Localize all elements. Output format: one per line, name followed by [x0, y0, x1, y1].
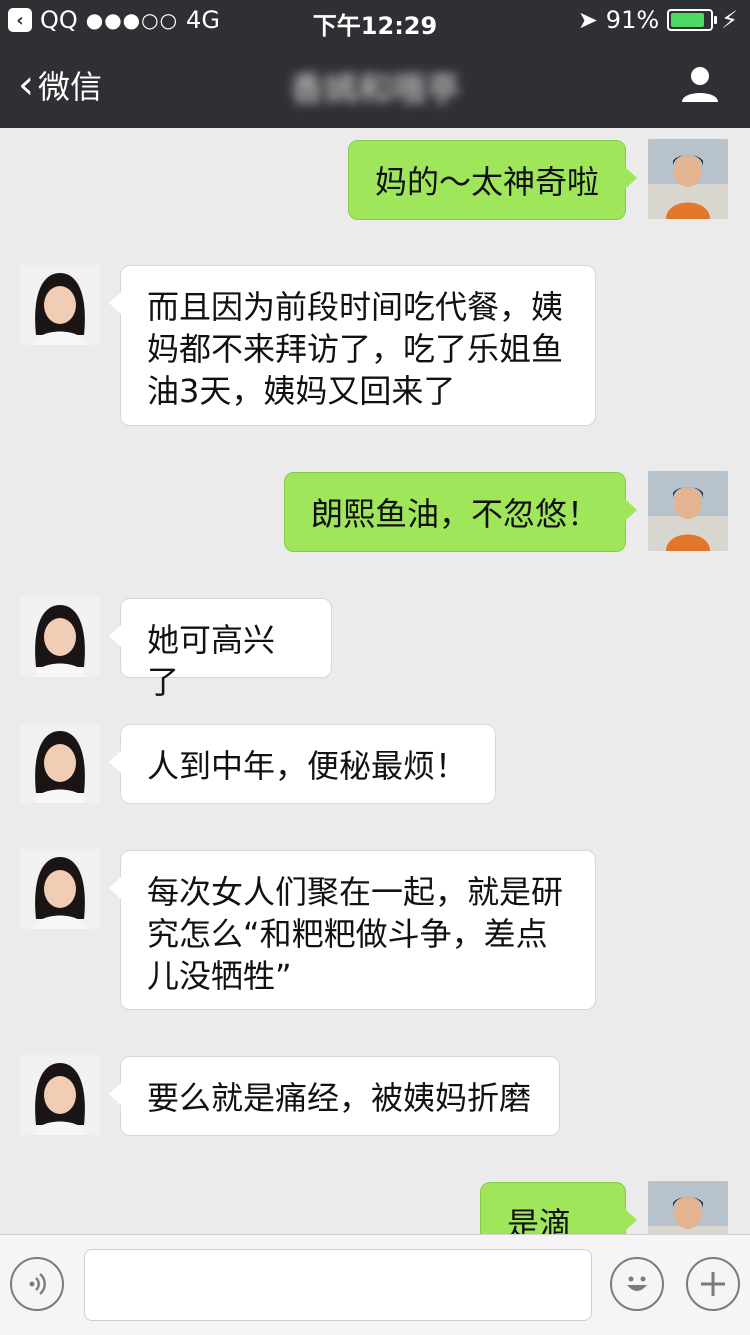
message-bubble[interactable]: 是滴～ — [480, 1182, 637, 1234]
chat-title: 香嫣和哦亭 — [290, 70, 460, 110]
nav-bar: ‹ 微信 香嫣和哦亭 — [0, 40, 750, 128]
voice-button[interactable] — [10, 1257, 64, 1311]
emoji-button[interactable] — [610, 1257, 664, 1311]
contact-avatar[interactable] — [20, 849, 100, 929]
plus-button[interactable] — [686, 1257, 740, 1311]
charging-icon: ⚡ — [721, 6, 738, 34]
message-bubble[interactable]: 而且因为前段时间吃代餐，姨妈都不来拜访了，吃了乐姐鱼油3天，姨妈又回来了 — [109, 265, 596, 426]
contact-avatar[interactable] — [20, 1055, 100, 1135]
message-input[interactable] — [84, 1249, 592, 1321]
location-icon: ➤ — [577, 6, 598, 34]
message-text: 每次女人们聚在一起，就是研究怎么“和粑粑做斗争，差点儿没牺牲” — [147, 873, 564, 995]
my-avatar[interactable] — [648, 139, 728, 219]
message-text: 是滴～ — [507, 1205, 572, 1234]
message-text: 妈的～太神奇啦 — [375, 163, 600, 201]
message-bubble[interactable]: 每次女人们聚在一起，就是研究怎么“和粑粑做斗争，差点儿没牺牲” — [109, 850, 596, 1010]
person-icon[interactable] — [680, 64, 720, 104]
plus-icon — [701, 1272, 725, 1296]
contact-avatar[interactable] — [20, 597, 100, 677]
status-bar: ‹ QQ ●●●○○ 4G 下午12:29 ➤ 91% ⚡ — [0, 0, 750, 40]
battery-percent: 91% — [605, 6, 660, 34]
top-bar: ‹ QQ ●●●○○ 4G 下午12:29 ➤ 91% ⚡ ‹ 微信 香嫣和哦亭 — [0, 0, 750, 128]
chat-area[interactable]: 妈的～太神奇啦 而且因为前段时间吃代餐，姨妈都不来拜访了，吃了乐姐鱼油3天，姨妈… — [0, 128, 750, 1234]
emoji-icon — [627, 1276, 647, 1291]
voice-icon — [29, 1273, 46, 1295]
my-avatar[interactable] — [648, 471, 728, 551]
battery-icon — [667, 9, 718, 31]
contact-avatar[interactable] — [20, 723, 100, 803]
message-bubble[interactable]: 人到中年，便秘最烦！ — [109, 724, 496, 804]
message-text: 而且因为前段时间吃代餐，姨妈都不来拜访了，吃了乐姐鱼油3天，姨妈又回来了 — [147, 288, 564, 410]
contact-avatar[interactable] — [20, 265, 100, 345]
message-bubble[interactable]: 妈的～太神奇啦 — [348, 140, 637, 220]
message-text: 人到中年，便秘最烦！ — [147, 747, 468, 785]
message-text: 她可高兴了 — [147, 621, 276, 701]
my-avatar[interactable] — [648, 1181, 728, 1234]
message-bubble[interactable]: 要么就是痛经，被姨妈折磨 — [109, 1056, 560, 1136]
input-bar — [0, 1234, 750, 1335]
message-text: 朗熙鱼油，不忽悠！ — [311, 495, 600, 533]
message-bubble[interactable]: 朗熙鱼油，不忽悠！ — [284, 472, 637, 552]
message-bubble[interactable]: 她可高兴了 — [109, 598, 332, 701]
message-text: 要么就是痛经，被姨妈折磨 — [147, 1079, 532, 1117]
